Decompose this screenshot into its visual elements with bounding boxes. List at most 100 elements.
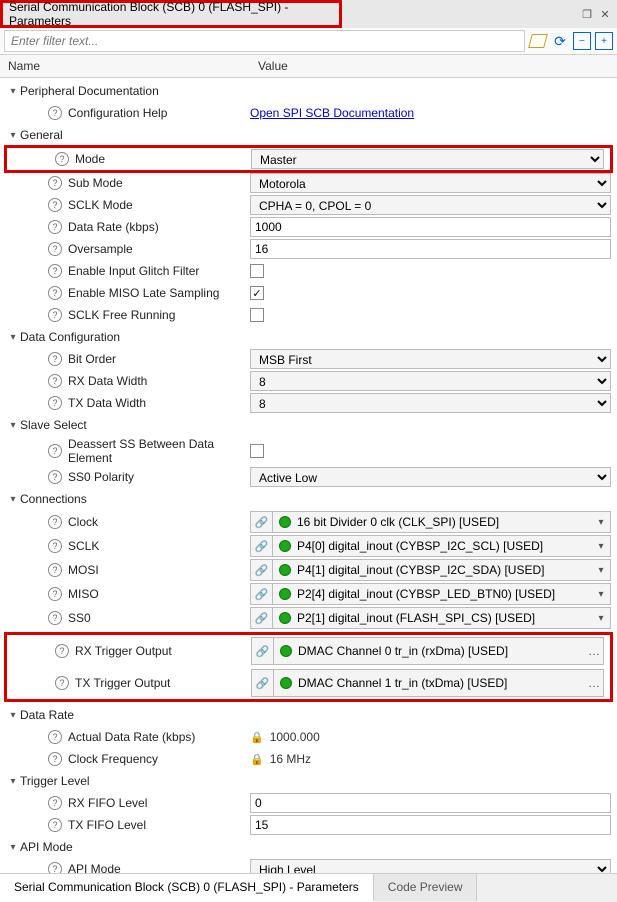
help-icon[interactable]: ? [55, 676, 69, 690]
row-bit-order: ?Bit Order MSB First [0, 348, 617, 370]
clock-connection[interactable]: 🔗16 bit Divider 0 clk (CLK_SPI) [USED]▾ [250, 511, 611, 533]
refresh-icon[interactable]: ⟳ [551, 32, 569, 50]
row-data-rate: ?Data Rate (kbps) [0, 216, 617, 238]
row-rx-fifo: ?RX FIFO Level [0, 792, 617, 814]
rx-width-select[interactable]: 8 [250, 371, 611, 391]
section-slave-select[interactable]: ▾Slave Select [0, 414, 617, 436]
help-icon[interactable]: ? [48, 563, 62, 577]
parameter-tree[interactable]: ▾Peripheral Documentation ?Configuration… [0, 78, 617, 873]
link-icon: 🔗 [251, 584, 273, 604]
column-name-header: Name [0, 55, 250, 77]
caret-icon[interactable]: ▾ [6, 494, 20, 505]
ellipsis-icon[interactable]: … [585, 644, 603, 658]
caret-icon[interactable]: ▾ [6, 86, 20, 97]
rx-fifo-input[interactable] [250, 793, 611, 813]
close-icon[interactable]: ✕ [599, 8, 611, 20]
window-controls: ❐ ✕ [581, 0, 617, 28]
link-icon: 🔗 [251, 512, 273, 532]
help-icon[interactable]: ? [48, 374, 62, 388]
trigger-output-highlight: ?RX Trigger Output 🔗DMAC Channel 0 tr_in… [4, 632, 613, 702]
status-dot-icon [279, 588, 291, 600]
tab-parameters[interactable]: Serial Communication Block (SCB) 0 (FLAS… [0, 874, 374, 902]
glitch-checkbox[interactable] [250, 264, 264, 278]
help-icon[interactable]: ? [48, 862, 62, 873]
sub-mode-select[interactable]: Motorola [250, 173, 611, 193]
filter-input[interactable] [4, 30, 525, 52]
caret-icon[interactable]: ▾ [6, 776, 20, 787]
link-icon: 🔗 [251, 536, 273, 556]
section-general[interactable]: ▾General [0, 124, 617, 146]
help-icon[interactable]: ? [48, 752, 62, 766]
sclk-connection[interactable]: 🔗P4[0] digital_inout (CYBSP_I2C_SCL) [US… [250, 535, 611, 557]
help-icon[interactable]: ? [48, 444, 62, 458]
help-icon[interactable]: ? [48, 611, 62, 625]
help-icon[interactable]: ? [55, 152, 69, 166]
tab-code-preview[interactable]: Code Preview [374, 874, 478, 901]
chevron-down-icon[interactable]: ▾ [592, 541, 610, 552]
help-icon[interactable]: ? [48, 352, 62, 366]
expand-all-icon[interactable]: + [595, 32, 613, 50]
oversample-input[interactable] [250, 239, 611, 259]
section-connections[interactable]: ▾Connections [0, 488, 617, 510]
help-icon[interactable]: ? [48, 220, 62, 234]
section-data-config[interactable]: ▾Data Configuration [0, 326, 617, 348]
section-trigger-level[interactable]: ▾Trigger Level [0, 770, 617, 792]
lock-icon: 🔒 [250, 731, 264, 744]
help-icon[interactable]: ? [48, 470, 62, 484]
deassert-checkbox[interactable] [250, 444, 264, 458]
ss0-connection[interactable]: 🔗P2[1] digital_inout (FLASH_SPI_CS) [USE… [250, 607, 611, 629]
help-icon[interactable]: ? [48, 106, 62, 120]
caret-icon[interactable]: ▾ [6, 420, 20, 431]
section-api-mode[interactable]: ▾API Mode [0, 836, 617, 858]
data-rate-input[interactable] [250, 217, 611, 237]
help-icon[interactable]: ? [48, 587, 62, 601]
help-icon[interactable]: ? [48, 515, 62, 529]
api-mode-select[interactable]: High Level [250, 859, 611, 873]
section-peripheral-doc[interactable]: ▾Peripheral Documentation [0, 80, 617, 102]
rx-trigger-connection[interactable]: 🔗DMAC Channel 0 tr_in (rxDma) [USED]… [251, 637, 604, 665]
bit-order-select[interactable]: MSB First [250, 349, 611, 369]
ellipsis-icon[interactable]: … [585, 676, 603, 690]
mosi-connection[interactable]: 🔗P4[1] digital_inout (CYBSP_I2C_SDA) [US… [250, 559, 611, 581]
help-icon[interactable]: ? [48, 539, 62, 553]
caret-icon[interactable]: ▾ [6, 710, 20, 721]
section-data-rate[interactable]: ▾Data Rate [0, 704, 617, 726]
caret-icon[interactable]: ▾ [6, 842, 20, 853]
miso-late-checkbox[interactable] [250, 286, 264, 300]
help-icon[interactable]: ? [48, 242, 62, 256]
row-oversample: ?Oversample [0, 238, 617, 260]
help-icon[interactable]: ? [55, 644, 69, 658]
mode-select[interactable]: Master [251, 149, 604, 169]
help-icon[interactable]: ? [48, 264, 62, 278]
chevron-down-icon[interactable]: ▾ [592, 613, 610, 624]
doc-link[interactable]: Open SPI SCB Documentation [250, 106, 414, 120]
miso-connection[interactable]: 🔗P2[4] digital_inout (CYBSP_LED_BTN0) [U… [250, 583, 611, 605]
help-icon[interactable]: ? [48, 286, 62, 300]
restore-icon[interactable]: ❐ [581, 8, 593, 20]
lock-icon: 🔒 [250, 753, 264, 766]
row-api-mode: ?API Mode High Level [0, 858, 617, 873]
tx-width-select[interactable]: 8 [250, 393, 611, 413]
titlebar-row: Serial Communication Block (SCB) 0 (FLAS… [0, 0, 617, 28]
help-icon[interactable]: ? [48, 308, 62, 322]
help-icon[interactable]: ? [48, 176, 62, 190]
caret-icon[interactable]: ▾ [6, 332, 20, 343]
row-sclk: ?SCLK 🔗P4[0] digital_inout (CYBSP_I2C_SC… [0, 534, 617, 558]
help-icon[interactable]: ? [48, 818, 62, 832]
help-icon[interactable]: ? [48, 396, 62, 410]
clear-filter-icon[interactable] [529, 32, 547, 50]
sclk-mode-select[interactable]: CPHA = 0, CPOL = 0 [250, 195, 611, 215]
help-icon[interactable]: ? [48, 730, 62, 744]
tx-fifo-input[interactable] [250, 815, 611, 835]
chevron-down-icon[interactable]: ▾ [592, 517, 610, 528]
chevron-down-icon[interactable]: ▾ [592, 589, 610, 600]
ss0-pol-select[interactable]: Active Low [250, 467, 611, 487]
sclk-free-checkbox[interactable] [250, 308, 264, 322]
caret-icon[interactable]: ▾ [6, 130, 20, 141]
help-icon[interactable]: ? [48, 198, 62, 212]
tx-trigger-connection[interactable]: 🔗DMAC Channel 1 tr_in (txDma) [USED]… [251, 669, 604, 697]
chevron-down-icon[interactable]: ▾ [592, 565, 610, 576]
collapse-all-icon[interactable]: − [573, 32, 591, 50]
help-icon[interactable]: ? [48, 796, 62, 810]
row-sclk-free: ?SCLK Free Running [0, 304, 617, 326]
